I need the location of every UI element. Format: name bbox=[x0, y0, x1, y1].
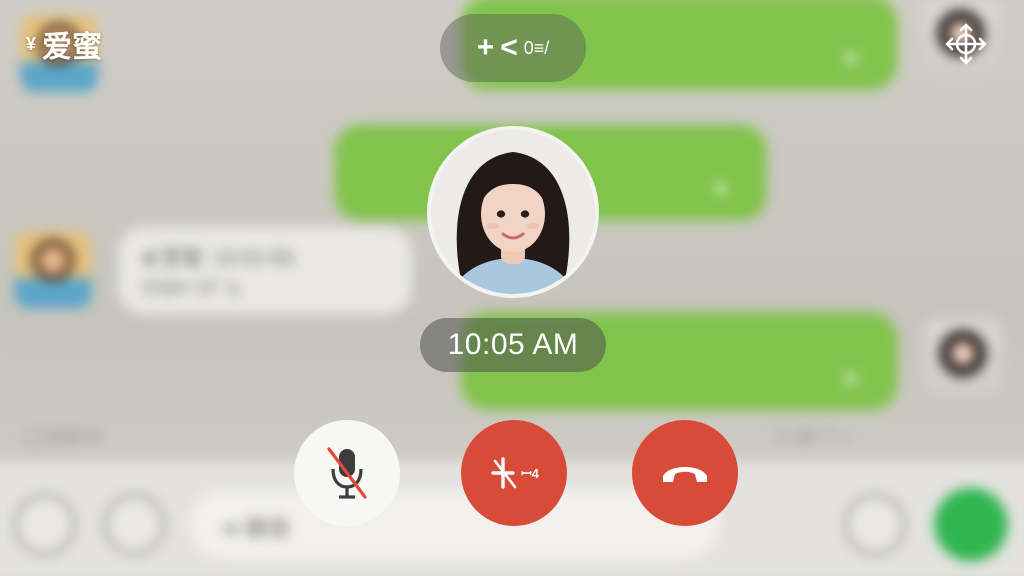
mute-button[interactable] bbox=[294, 420, 400, 526]
meta-right: ☐ ⊕ᵃ 7 ◖ bbox=[775, 426, 851, 448]
currency-icon: ¥ bbox=[26, 33, 37, 54]
contact-avatar-middle bbox=[14, 230, 92, 309]
contact-label: ¥ 爱蜜 bbox=[26, 22, 102, 66]
emoji-icon bbox=[104, 494, 166, 556]
input-text: 静音 bbox=[245, 515, 291, 541]
sticker-icon bbox=[844, 494, 906, 556]
meta-left: ◯1008 ♥ bbox=[22, 426, 100, 448]
send-icon bbox=[934, 487, 1008, 562]
hangup-phone-icon bbox=[659, 458, 711, 488]
call-time: 10:05 AM bbox=[420, 318, 606, 372]
add-participant-label: 0≡/ bbox=[523, 37, 550, 58]
message-line: 11Qm 12° ɋ bbox=[140, 276, 238, 298]
microphone-muted-icon bbox=[325, 445, 369, 501]
hangup-button[interactable] bbox=[632, 420, 738, 526]
message-bubble-incoming: ◂𝄃 爱蜜: 10:02 ᗺ1 11Qm 12° ɋ bbox=[118, 226, 413, 315]
message-line: ◂𝄃 爱蜜: 10:02 ᗺ1 bbox=[140, 247, 297, 270]
sent-icon: ➤ bbox=[842, 365, 861, 392]
speaker-button[interactable]: ꟷ4 bbox=[461, 420, 567, 526]
voice-toggle-icon bbox=[14, 494, 76, 556]
arrow-icon: ➔ bbox=[220, 515, 246, 541]
add-participant-button[interactable]: + < 0≡/ bbox=[440, 14, 586, 82]
self-avatar-bottom bbox=[924, 318, 1002, 397]
caller-avatar bbox=[427, 126, 599, 298]
back-arrow-icon: < bbox=[500, 31, 518, 64]
sent-icon: ➤ bbox=[842, 45, 861, 71]
plus-icon: + bbox=[476, 31, 495, 64]
contact-name: 爱蜜 bbox=[42, 31, 103, 64]
sent-icon: ➤ bbox=[711, 175, 731, 202]
move-icon[interactable] bbox=[944, 22, 988, 66]
speaker-off-icon bbox=[489, 453, 519, 493]
speaker-label: ꟷ4 bbox=[521, 466, 539, 481]
